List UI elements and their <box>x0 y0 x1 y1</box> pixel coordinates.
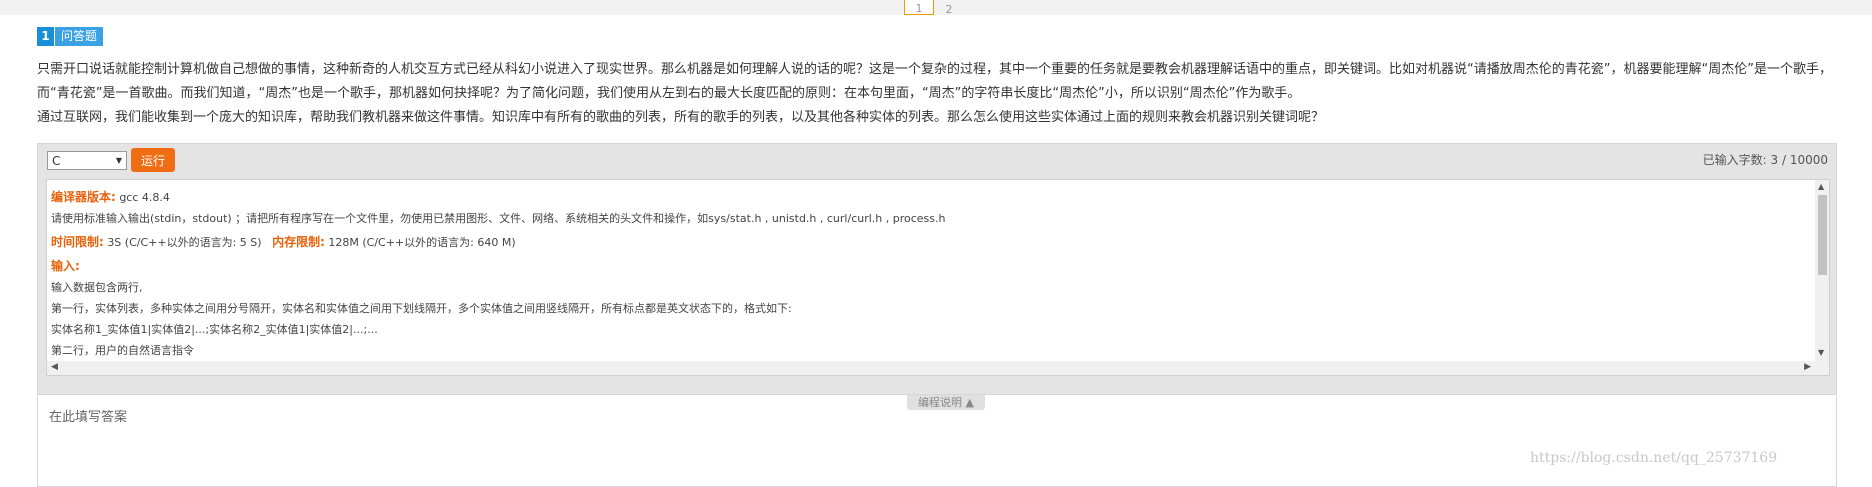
char-count: 已输入字数: 3 / 10000 <box>1702 153 1828 167</box>
input-line: 第二行，用户的自然语言指令 <box>51 344 194 357</box>
page-2-link[interactable]: 2 <box>934 0 964 15</box>
input-line: 输入数据包含两行, <box>51 281 143 294</box>
memory-limit-label: 内存限制: <box>272 235 325 249</box>
time-limit-label: 时间限制: <box>51 235 104 249</box>
pagination: 1 2 <box>904 0 964 15</box>
limits-row: 时间限制: 3S (C/C++以外的语言为: 5 S) 内存限制: 128M (… <box>51 232 1811 253</box>
input-line: 实体名称1_实体值1|实体值2|...;实体名称2_实体值1|实体值2|...;… <box>51 323 378 336</box>
question-type-badge: 问答题 <box>55 27 104 46</box>
programming-notes-toggle[interactable]: 编程说明 ▲ <box>907 395 985 410</box>
scroll-down-icon[interactable]: ▼ <box>1818 348 1824 357</box>
horizontal-scrollbar[interactable]: ◀ ▶ <box>47 361 1829 375</box>
question-number: 1 <box>37 27 54 46</box>
compiler-label: 编译器版本: <box>51 190 116 204</box>
instructions-content: 编译器版本: gcc 4.8.4 请使用标准输入输出(stdin，stdout)… <box>51 180 1811 361</box>
question-header: 1 问答题 <box>37 27 104 46</box>
compiler-row: 编译器版本: gcc 4.8.4 <box>51 187 1811 208</box>
dropdown-arrow-icon: ▼ <box>115 156 122 165</box>
run-button[interactable]: 运行 <box>131 148 175 172</box>
time-limit-value: 3S (C/C++以外的语言为: 5 S) <box>107 236 262 249</box>
question-paragraph: 只需开口说话就能控制计算机做自己想做的事情，这种新奇的人机交互方式已经从科幻小说… <box>37 62 1832 101</box>
compiler-value: gcc 4.8.4 <box>119 191 170 204</box>
question-paragraph: 通过互联网，我们能收集到一个庞大的知识库，帮助我们教机器来做这件事情。知识库中有… <box>37 110 1325 125</box>
input-label: 输入: <box>51 259 80 273</box>
io-note: 请使用标准输入输出(stdin，stdout) ；请把所有程序写在一个文件里，勿… <box>51 212 946 225</box>
scrollbar-thumb[interactable] <box>1818 195 1827 275</box>
scroll-up-icon[interactable]: ▲ <box>1818 182 1824 191</box>
instructions-box[interactable]: 编译器版本: gcc 4.8.4 请使用标准输入输出(stdin，stdout)… <box>46 179 1830 376</box>
language-select[interactable]: C ▼ <box>47 151 127 170</box>
code-editor-panel: C ▼ 运行 已输入字数: 3 / 10000 编译器版本: gcc 4.8.4… <box>37 143 1837 395</box>
question-description: 只需开口说话就能控制计算机做自己想做的事情，这种新奇的人机交互方式已经从科幻小说… <box>37 58 1837 130</box>
watermark: https://blog.csdn.net/qq_25737169 <box>1530 450 1778 466</box>
vertical-scrollbar[interactable]: ▲ ▼ <box>1815 180 1829 375</box>
scroll-left-icon[interactable]: ◀ <box>51 362 58 372</box>
input-line: 第一行，实体列表，多种实体之间用分号隔开，实体名和实体值之间用下划线隔开，多个实… <box>51 302 792 315</box>
page-1-link[interactable]: 1 <box>904 0 934 15</box>
memory-limit-value: 128M (C/C++以外的语言为: 640 M) <box>328 236 516 249</box>
scroll-right-icon[interactable]: ▶ <box>1804 362 1811 372</box>
language-select-value: C <box>52 153 61 168</box>
answer-placeholder: 在此填写答案 <box>49 410 128 425</box>
